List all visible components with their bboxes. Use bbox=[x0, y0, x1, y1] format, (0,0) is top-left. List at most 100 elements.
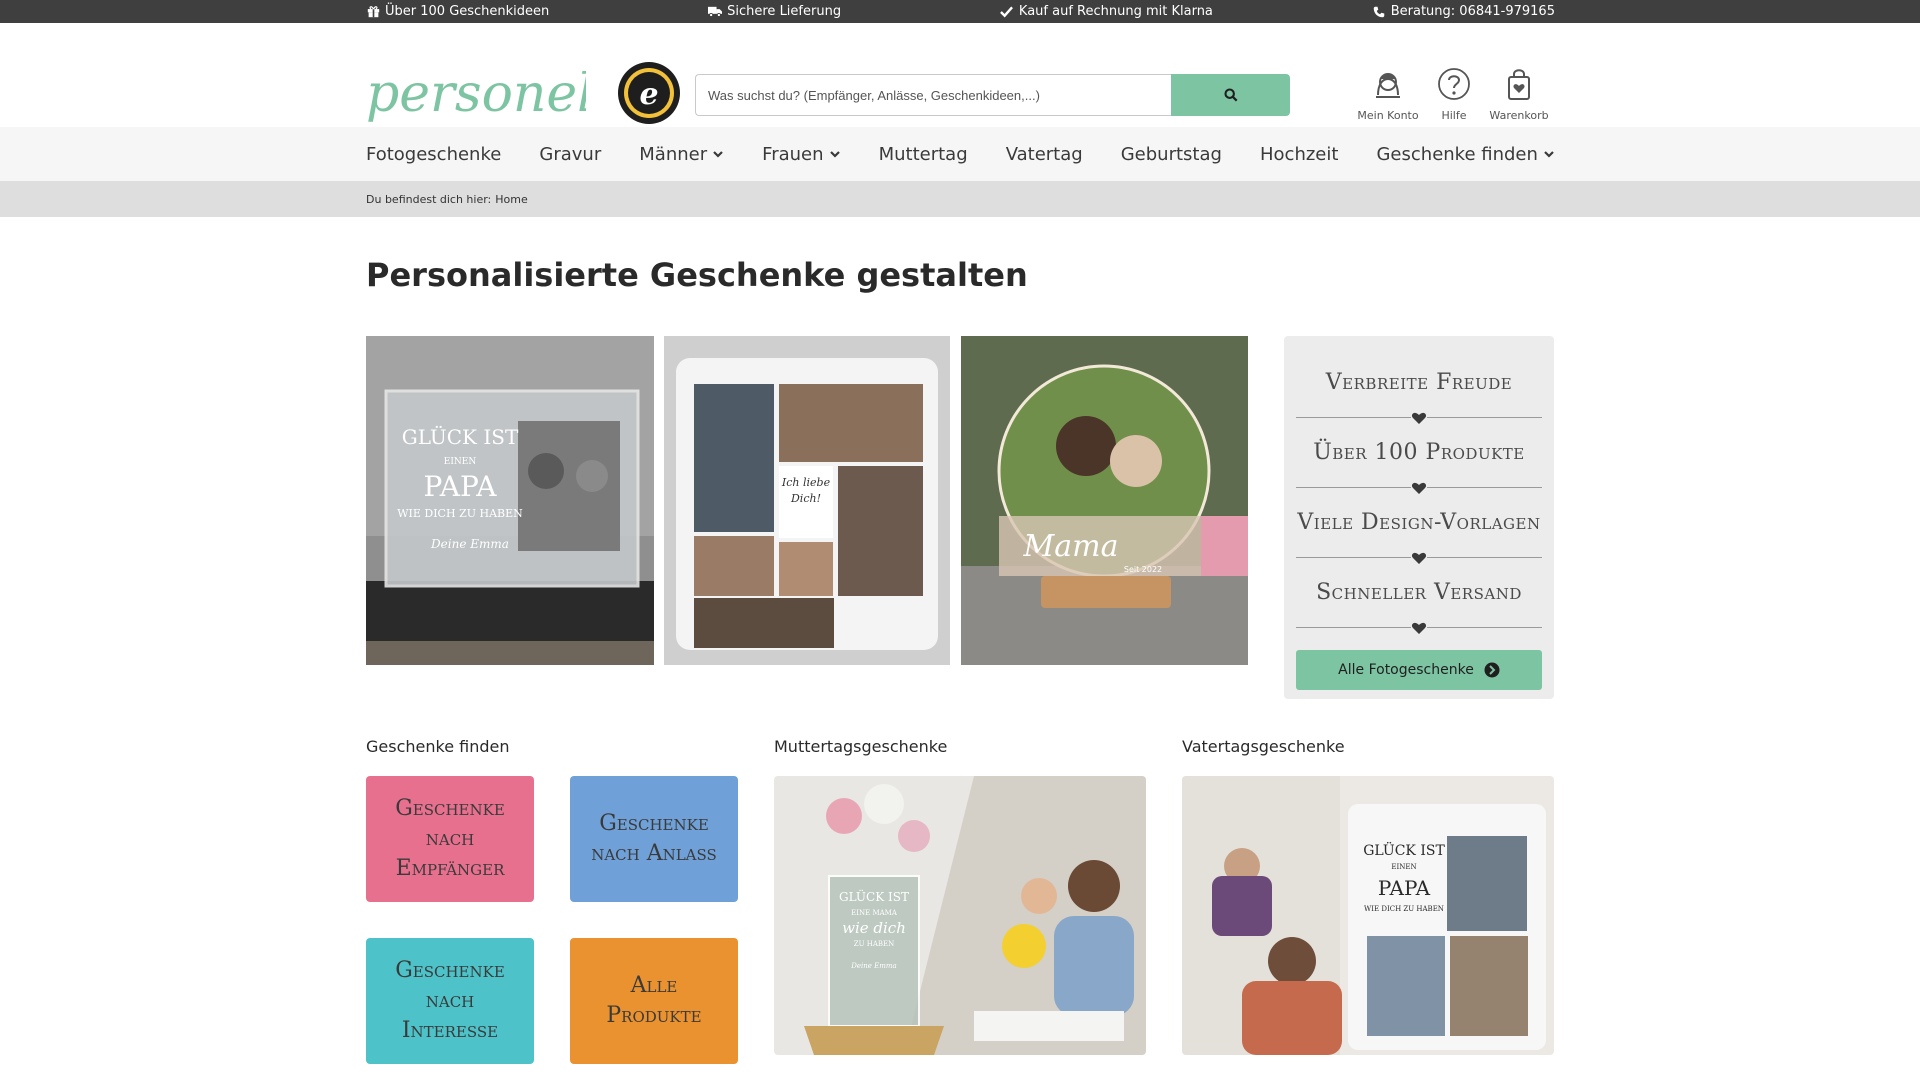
section-title-fathers-day[interactable]: Vatertagsgeschenke bbox=[1182, 737, 1345, 756]
tile-by-occasion[interactable]: Geschenke nach Anlass bbox=[570, 776, 738, 902]
hero-text: Deine Emma bbox=[430, 537, 509, 551]
nav-item-muttertag[interactable]: Muttertag bbox=[879, 144, 968, 165]
tile-label: Geschenke nach Interesse bbox=[395, 958, 505, 1043]
usp-row: Über 100 Produkte bbox=[1296, 418, 1542, 495]
usp-box: Verbreite Freude Über 100 Produkte Viele… bbox=[1284, 336, 1554, 699]
all-photo-gifts-button[interactable]: Alle Fotogeschenke bbox=[1296, 650, 1542, 690]
page-title: Personalisierte Geschenke gestalten bbox=[366, 256, 1028, 294]
chevron-down-icon bbox=[713, 151, 723, 158]
hero-text: GLÜCK IST bbox=[402, 424, 519, 449]
promo-text: Deine Emma bbox=[850, 962, 896, 970]
nav-label: Gravur bbox=[539, 143, 602, 165]
search-input[interactable] bbox=[695, 74, 1171, 116]
hero-image-acrylic-lamp[interactable]: Mama Seit 2022 bbox=[961, 336, 1248, 665]
usp-klarna: Kauf auf Rechnung mit Klarna bbox=[1000, 4, 1213, 19]
site-header: personello e Mein Konto Hilfe bbox=[0, 23, 1920, 127]
promo-text: wie dich bbox=[842, 919, 906, 937]
search-bar bbox=[695, 74, 1290, 116]
nav-label: Geschenke finden bbox=[1376, 143, 1538, 165]
nav-label: Muttertag bbox=[878, 143, 968, 165]
nav-item-vatertag[interactable]: Vatertag bbox=[1006, 144, 1083, 165]
tile-by-recipient[interactable]: Geschenke nach Empfänger bbox=[366, 776, 534, 902]
breadcrumb-prefix: Du befindest dich hier: bbox=[366, 192, 492, 206]
usp-row: Schneller Versand bbox=[1296, 558, 1542, 635]
usp-phone[interactable]: Beratung: 06841-979165 bbox=[1372, 4, 1555, 19]
nav-label: Frauen bbox=[762, 143, 824, 165]
cart-link[interactable]: Warenkorb bbox=[1479, 65, 1559, 122]
promo-text: GLÜCK IST bbox=[839, 888, 909, 904]
hero-text: Seit 2022 bbox=[1124, 565, 1162, 574]
personello-logo[interactable]: personello bbox=[366, 61, 586, 129]
usp-row-label: Über 100 Produkte bbox=[1313, 440, 1525, 465]
promo-text: PAPA bbox=[1378, 876, 1431, 900]
usp-row: Viele Design-Vorlagen bbox=[1296, 488, 1542, 565]
promo-text: ZU HABEN bbox=[854, 940, 895, 948]
promo-text: GLÜCK IST bbox=[1363, 841, 1445, 859]
cta-label: Alle Fotogeschenke bbox=[1338, 662, 1474, 678]
mothers-day-promo-image[interactable]: GLÜCK IST EINE MAMA wie dich ZU HABEN De… bbox=[774, 776, 1146, 1055]
nav-item-maenner[interactable]: Männer bbox=[639, 144, 724, 165]
usp-label: Sichere Lieferung bbox=[727, 4, 842, 19]
usp-delivery: Sichere Lieferung bbox=[708, 4, 841, 19]
usp-label: Kauf auf Rechnung mit Klarna bbox=[1018, 4, 1213, 19]
promo-text: EINE MAMA bbox=[851, 909, 898, 917]
hero-text: Dich! bbox=[790, 492, 821, 505]
tile-label: Geschenke nach Empfänger bbox=[395, 796, 505, 881]
logo-text: personello bbox=[366, 64, 586, 124]
nav-label: Männer bbox=[639, 143, 708, 165]
section-title-mothers-day[interactable]: Muttertagsgeschenke bbox=[774, 737, 947, 756]
account-label: Mein Konto bbox=[1357, 109, 1419, 122]
breadcrumb-home-link[interactable]: Home bbox=[495, 193, 527, 206]
nav-item-geburtstag[interactable]: Geburtstag bbox=[1121, 144, 1222, 165]
nav-item-geschenke-finden[interactable]: Geschenke finden bbox=[1376, 144, 1554, 165]
gift-icon bbox=[366, 5, 380, 19]
check-icon bbox=[1000, 5, 1014, 19]
nav-item-hochzeit[interactable]: Hochzeit bbox=[1260, 144, 1338, 165]
nav-item-fotogeschenke[interactable]: Fotogeschenke bbox=[366, 144, 501, 165]
help-label: Hilfe bbox=[1441, 109, 1467, 122]
search-icon bbox=[1223, 88, 1237, 102]
user-icon bbox=[1376, 73, 1400, 98]
hero-text: PAPA bbox=[424, 470, 498, 503]
main-nav: Fotogeschenke Gravur Männer Frauen Mutte… bbox=[0, 127, 1920, 181]
trusted-shops-badge[interactable]: e bbox=[617, 61, 681, 125]
tile-label: Alle Produkte bbox=[606, 973, 702, 1028]
truck-icon bbox=[708, 5, 723, 19]
phone-icon bbox=[1372, 5, 1386, 19]
nav-item-gravur[interactable]: Gravur bbox=[539, 144, 601, 165]
nav-item-frauen[interactable]: Frauen bbox=[762, 144, 840, 165]
hero-image-collage-pillow[interactable]: Ich liebe Dich! bbox=[664, 336, 950, 665]
cart-label: Warenkorb bbox=[1489, 109, 1549, 122]
usp-row-label: Viele Design-Vorlagen bbox=[1297, 510, 1541, 535]
usp-row: Verbreite Freude bbox=[1296, 348, 1542, 425]
section-title-find: Geschenke finden bbox=[366, 737, 510, 756]
nav-label: Geburtstag bbox=[1120, 143, 1222, 165]
chevron-down-icon bbox=[829, 151, 840, 158]
breadcrumb: Du befindest dich hier: Home bbox=[0, 181, 1920, 217]
nav-label: Hochzeit bbox=[1260, 143, 1339, 165]
help-icon bbox=[1438, 68, 1470, 100]
usp-label: Über 100 Geschenkideen bbox=[385, 4, 550, 19]
tile-by-interest[interactable]: Geschenke nach Interesse bbox=[366, 938, 534, 1064]
tile-label: Geschenke nach Anlass bbox=[591, 811, 717, 866]
usp-row-label: Schneller Versand bbox=[1316, 580, 1522, 605]
usp-row-label: Verbreite Freude bbox=[1325, 370, 1513, 395]
chevron-down-icon bbox=[1544, 151, 1554, 158]
nav-label: Fotogeschenke bbox=[366, 143, 502, 165]
top-usp-bar: Über 100 Geschenkideen Sichere Lieferung… bbox=[0, 0, 1920, 23]
fathers-day-promo-image[interactable]: GLÜCK IST EINEN PAPA WIE DICH ZU HABEN bbox=[1182, 776, 1554, 1055]
usp-gift: Über 100 Geschenkideen bbox=[366, 4, 549, 19]
promo-text: EINEN bbox=[1391, 863, 1416, 871]
svg-text:e: e bbox=[639, 77, 658, 112]
nav-label: Vatertag bbox=[1005, 143, 1083, 165]
tile-all-products[interactable]: Alle Produkte bbox=[570, 938, 738, 1064]
arrow-circle-right-icon bbox=[1484, 662, 1500, 678]
heart-icon bbox=[1411, 621, 1427, 635]
hero-text: Mama bbox=[1023, 529, 1119, 564]
search-button[interactable] bbox=[1171, 74, 1290, 116]
cart-icon bbox=[1508, 69, 1530, 100]
hero-text: EINEN bbox=[444, 457, 477, 467]
hero-text: Ich liebe bbox=[781, 476, 831, 489]
hero-image-glass-block[interactable]: GLÜCK IST EINEN PAPA WIE DICH ZU HABEN D… bbox=[366, 336, 654, 665]
hero-text: WIE DICH ZU HABEN bbox=[397, 507, 523, 520]
